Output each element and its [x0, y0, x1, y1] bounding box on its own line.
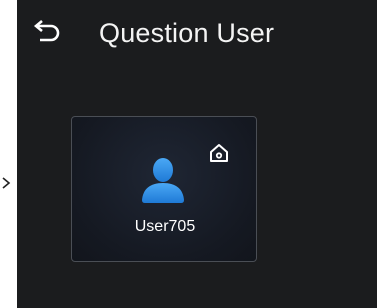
question-user-screen: Question User User705 — [17, 0, 377, 308]
user-name-label: User705 — [134, 218, 196, 235]
user-avatar-icon — [140, 156, 186, 204]
chevron-right-icon — [0, 175, 12, 191]
back-button[interactable] — [31, 14, 65, 48]
user-card[interactable]: User705 — [71, 116, 257, 262]
home-icon — [207, 141, 231, 165]
back-arrow-icon — [33, 20, 60, 42]
page-title: Question User — [99, 18, 275, 48]
